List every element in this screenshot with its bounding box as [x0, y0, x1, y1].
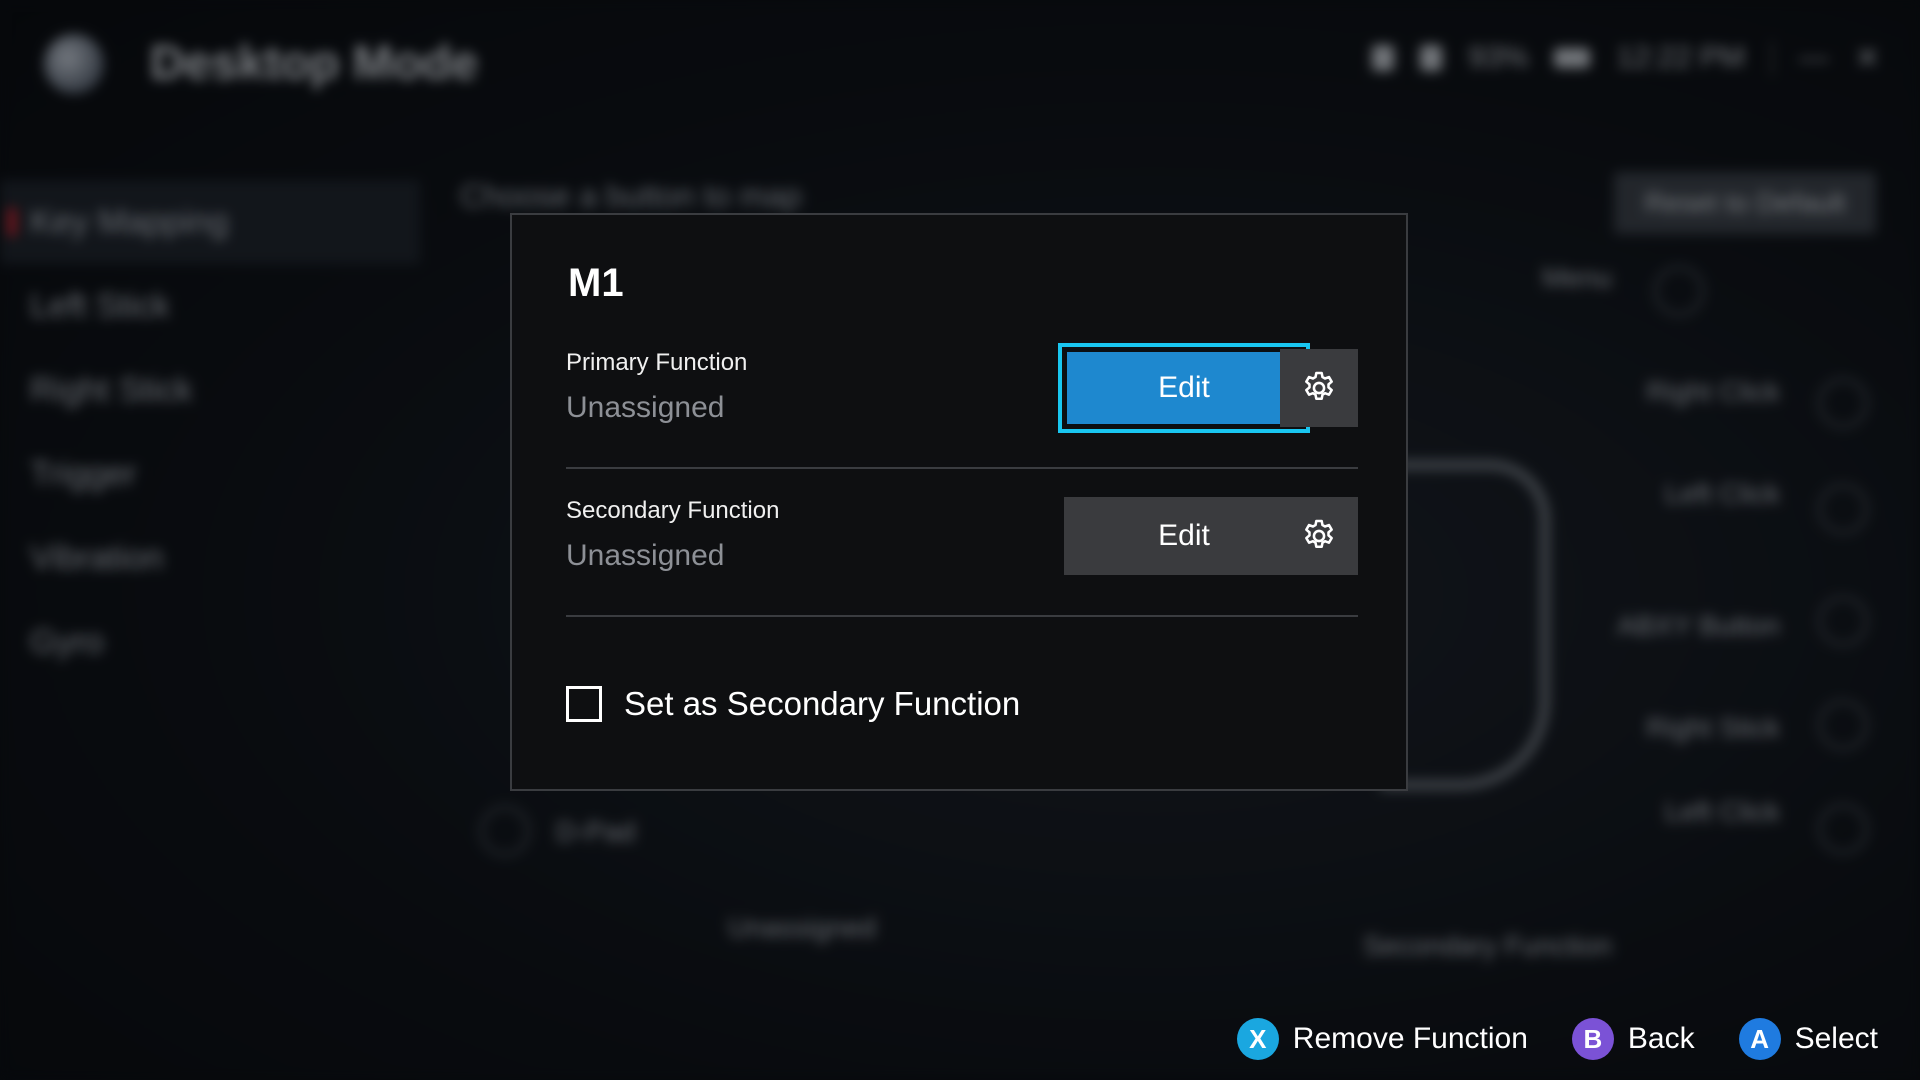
sidebar-item-gyro[interactable]: Gyro [0, 600, 420, 684]
divider [1770, 40, 1773, 76]
secondary-function-label: Secondary Function [566, 497, 780, 524]
b-button-icon: B [1571, 1018, 1614, 1060]
bg-slot-icon [480, 806, 530, 856]
bg-slot-icon [1818, 596, 1868, 646]
bg-label-unassigned: Unassigned [728, 912, 876, 943]
sidebar-item-key-mapping[interactable]: Key Mapping [0, 180, 420, 264]
gear-icon [1305, 371, 1333, 401]
bg-slot-icon [1818, 700, 1868, 750]
sidebar-item-vibration[interactable]: Vibration [0, 516, 420, 600]
controller-hints: X Remove Function B Back A Select [1236, 1018, 1878, 1060]
bg-label-right-stick: Right Stick [1646, 712, 1780, 743]
bg-label-menu: Menu [1541, 262, 1612, 293]
bg-label-right-click: Right Click [1646, 376, 1780, 407]
sidebar: Key Mapping Left Stick Right Stick Trigg… [0, 180, 420, 684]
clock: 12:22 PM [1616, 41, 1745, 74]
back-hint[interactable]: B Back [1571, 1018, 1695, 1060]
bg-label-secondary: Secondary Function [1362, 930, 1612, 961]
primary-function-label: Primary Function [566, 349, 748, 376]
remove-function-hint[interactable]: X Remove Function [1236, 1018, 1528, 1060]
wifi-icon [1420, 45, 1443, 71]
secondary-edit-button[interactable]: Edit [1064, 497, 1304, 575]
sidebar-item-right-stick[interactable]: Right Stick [0, 348, 420, 432]
reset-default-button[interactable]: Reset to Default [1614, 172, 1876, 234]
top-bar: Desktop Mode 93% 12:22 PM — ✕ [0, 0, 1920, 120]
set-secondary-checkbox-row[interactable]: Set as Secondary Function [566, 685, 1020, 723]
bg-slot-icon [1818, 484, 1868, 534]
dialog-title: M1 [568, 261, 624, 305]
primary-settings-button[interactable] [1280, 349, 1358, 427]
remove-function-label: Remove Function [1292, 1022, 1528, 1055]
bg-slot-icon [1818, 378, 1868, 428]
divider [566, 467, 1358, 469]
app-title: Desktop Mode [150, 37, 479, 90]
sidebar-item-trigger[interactable]: Trigger [0, 432, 420, 516]
bg-slot-icon [1654, 266, 1704, 316]
divider [566, 615, 1358, 617]
m1-mapping-dialog: M1 Primary Function Unassigned Edit Seco… [510, 213, 1408, 791]
battery-percent: 93% [1468, 41, 1529, 74]
gear-icon [1305, 519, 1333, 549]
select-label: Select [1794, 1022, 1878, 1055]
sidebar-item-left-stick[interactable]: Left Stick [0, 264, 420, 348]
bg-label-abxy: ABXY Button [1617, 610, 1780, 641]
select-hint[interactable]: A Select [1738, 1018, 1878, 1060]
back-label: Back [1627, 1022, 1695, 1055]
close-icon[interactable]: ✕ [1855, 41, 1880, 76]
primary-function-value: Unassigned [566, 391, 725, 424]
secondary-function-value: Unassigned [566, 539, 725, 572]
bluetooth-icon [1372, 45, 1395, 71]
minimize-icon[interactable]: — [1799, 41, 1829, 75]
bg-label-left-click: Left Click [1664, 478, 1780, 509]
bg-slot-icon [1818, 804, 1868, 854]
set-secondary-checkbox[interactable] [566, 686, 602, 722]
bg-label-dpad: D-Pad [556, 816, 636, 847]
battery-icon [1554, 48, 1591, 68]
status-area: 93% 12:22 PM — ✕ [1372, 40, 1880, 76]
secondary-settings-button[interactable] [1280, 497, 1358, 575]
bg-label-left-click-2: Left Click [1664, 796, 1780, 827]
map-hint: Choose a button to map [460, 178, 802, 214]
x-button-icon: X [1236, 1018, 1279, 1060]
a-button-icon: A [1738, 1018, 1781, 1060]
set-secondary-label: Set as Secondary Function [624, 685, 1021, 722]
rog-logo-icon [44, 34, 104, 94]
primary-edit-button[interactable]: Edit [1058, 343, 1310, 433]
